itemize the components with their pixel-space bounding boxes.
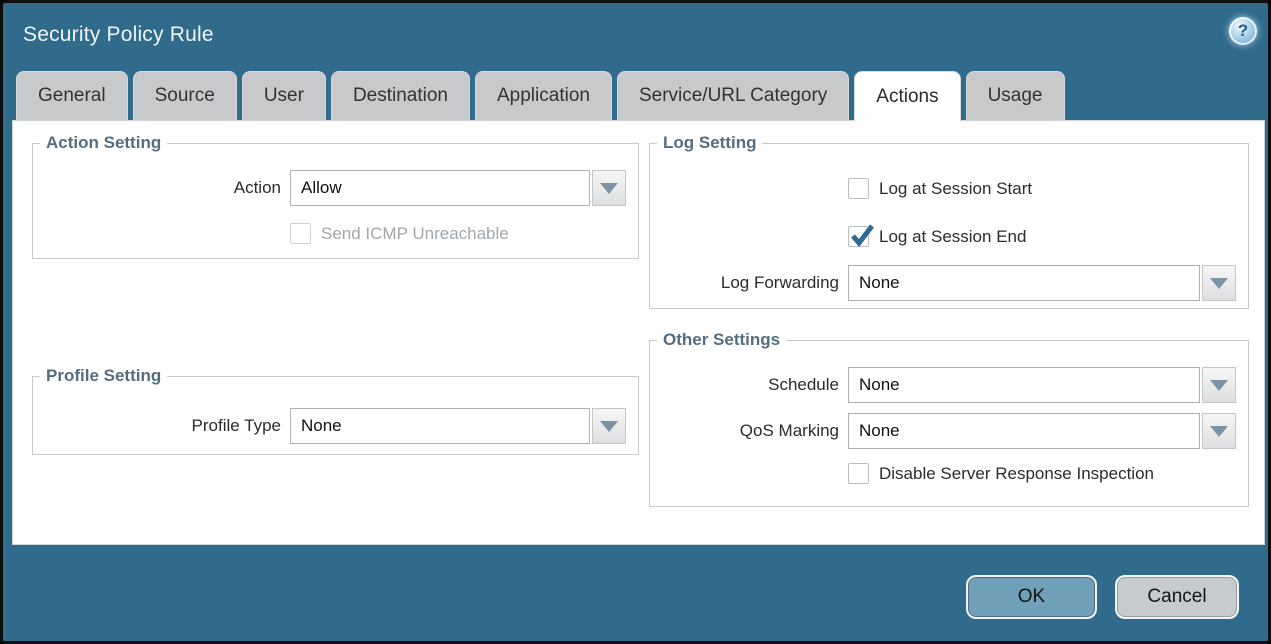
screen: Security Policy Rule ? General Source Us… [0,0,1271,644]
send-icmp-row: Send ICMP Unreachable [33,223,638,244]
log-session-start-label: Log at Session Start [879,179,1032,199]
chevron-down-icon [600,421,618,432]
action-dropdown[interactable]: Allow [290,170,590,206]
profile-type-row: Profile Type None [33,408,638,444]
log-setting-group: Log Setting Log at Session Start [649,133,1249,309]
send-icmp-label: Send ICMP Unreachable [321,224,509,244]
profile-type-dropdown-button[interactable] [592,408,626,444]
dsri-row: Disable Server Response Inspection [650,463,1248,484]
qos-marking-label: QoS Marking [650,421,848,441]
profile-setting-group: Profile Setting Profile Type None [32,366,639,455]
action-label: Action [33,178,290,198]
qos-marking-row: QoS Marking None [650,413,1248,449]
schedule-dropdown[interactable]: None [848,367,1200,403]
security-policy-rule-dialog: Security Policy Rule ? General Source Us… [0,0,1271,644]
profile-type-dropdown[interactable]: None [290,408,590,444]
log-forwarding-row: Log Forwarding None [650,265,1248,301]
send-icmp-checkbox [290,223,311,244]
tab-content-panel: Action Setting Action Allow Send ICMP Un… [12,120,1265,545]
action-setting-legend: Action Setting [40,133,167,153]
profile-type-label: Profile Type [33,416,290,436]
tab-user[interactable]: User [242,71,326,120]
qos-marking-dropdown-button[interactable] [1202,413,1236,449]
log-session-start-row: Log at Session Start [650,178,1248,199]
schedule-row: Schedule None [650,367,1248,403]
log-forwarding-dropdown-button[interactable] [1202,265,1236,301]
action-dropdown-button[interactable] [592,170,626,206]
other-settings-group: Other Settings Schedule None QoS Marking… [649,330,1249,507]
tab-usage[interactable]: Usage [966,71,1065,120]
qos-marking-dropdown[interactable]: None [848,413,1200,449]
schedule-label: Schedule [650,375,848,395]
cancel-button[interactable]: Cancel [1115,575,1239,619]
tab-application[interactable]: Application [475,71,612,120]
chevron-down-icon [1210,278,1228,289]
log-session-start-checkbox[interactable] [848,178,869,199]
dialog-title: Security Policy Rule [23,23,214,47]
profile-setting-legend: Profile Setting [40,366,167,386]
log-setting-legend: Log Setting [657,133,762,153]
log-session-end-row: Log at Session End [650,226,1248,247]
action-setting-group: Action Setting Action Allow Send ICMP Un… [32,133,639,259]
other-settings-legend: Other Settings [657,330,786,350]
tab-destination[interactable]: Destination [331,71,470,120]
dsri-label: Disable Server Response Inspection [879,464,1154,484]
log-forwarding-dropdown[interactable]: None [848,265,1200,301]
log-session-end-checkbox[interactable] [848,226,869,247]
chevron-down-icon [1210,426,1228,437]
action-row: Action Allow [33,170,638,206]
tab-actions[interactable]: Actions [854,71,960,122]
tab-service-url-category[interactable]: Service/URL Category [617,71,849,120]
tab-general[interactable]: General [16,71,128,120]
tab-bar: General Source User Destination Applicat… [16,71,1065,122]
chevron-down-icon [600,183,618,194]
ok-button[interactable]: OK [966,575,1097,619]
log-forwarding-label: Log Forwarding [650,273,848,293]
tab-source[interactable]: Source [133,71,237,120]
checkmark-icon [849,223,875,249]
chevron-down-icon [1210,380,1228,391]
schedule-dropdown-button[interactable] [1202,367,1236,403]
help-icon[interactable]: ? [1229,17,1257,45]
log-session-end-label: Log at Session End [879,227,1026,247]
dsri-checkbox[interactable] [848,463,869,484]
